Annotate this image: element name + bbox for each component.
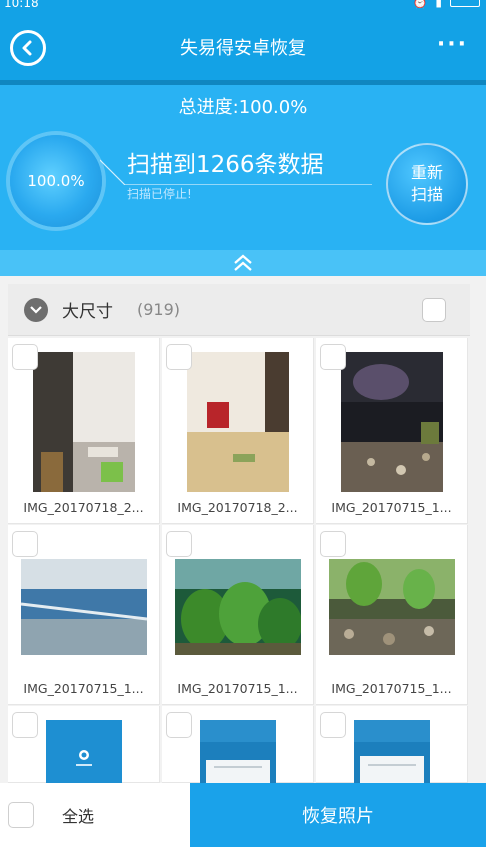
rescan-label-line2: 扫描 [410,185,443,204]
photo-thumbnail [20,559,147,655]
title-bar: 失易得安卓恢复 ··· [0,14,486,80]
photo-checkbox[interactable] [320,531,346,557]
photo-item[interactable] [316,706,468,783]
status-icons: ⏰ ▮ [412,0,480,9]
photo-filename: IMG_20170715_1... [331,500,452,515]
collapse-panel-toggle[interactable] [0,250,486,276]
scan-progress-panel: 总进度:100.0% 100.0% 扫描到1266条数据 扫描已停止! 重新 扫… [0,85,486,250]
photo-item[interactable]: IMG_20170718_2... [162,338,314,524]
group-name: 大尺寸 [62,302,113,322]
group-header[interactable]: 大尺寸 (919) [8,284,470,336]
photo-checkbox[interactable] [12,344,38,370]
photo-thumbnail [199,720,276,783]
photo-checkbox[interactable] [320,712,346,738]
photo-item[interactable]: IMG_20170715_1... [316,338,468,524]
photo-thumbnail [340,352,443,492]
photo-checkbox[interactable] [166,531,192,557]
status-bar: 10:18 ⏰ ▮ [0,0,486,14]
select-all-label: 全选 [62,807,95,826]
progress-ring-percent: 100.0% [27,172,85,190]
photo-item[interactable] [162,706,314,783]
rescan-label-line1: 重新 [410,163,443,182]
photo-checkbox[interactable] [320,344,346,370]
restore-photos-button[interactable]: 恢复照片 [190,783,486,847]
total-progress-label: 总进度:100.0% [178,97,308,118]
photo-thumbnail [45,720,122,783]
photo-thumbnail [328,559,455,655]
bottom-action-bar: 全选 恢复照片 [0,783,486,847]
select-all-toggle[interactable]: 全选 [0,783,190,847]
alarm-icon: ⏰ [412,0,428,9]
page-title: 失易得安卓恢复 [180,38,306,59]
photo-item[interactable]: IMG_20170715_1... [162,525,314,705]
photo-thumbnail [32,352,135,492]
photo-item[interactable]: IMG_20170715_1... [316,525,468,705]
scan-count-text: 扫描到1266条数据 [127,152,324,178]
more-menu-button[interactable]: ··· [437,32,468,57]
photo-filename: IMG_20170715_1... [23,681,144,696]
photo-filename: IMG_20170718_2... [23,500,144,515]
scan-status-text: 扫描已停止! [127,187,192,201]
photo-item[interactable] [8,706,160,783]
select-all-checkbox[interactable] [8,802,34,828]
photo-thumbnail [174,559,301,655]
photo-checkbox[interactable] [12,531,38,557]
photo-filename: IMG_20170718_2... [177,500,298,515]
photo-filename: IMG_20170715_1... [177,681,298,696]
photo-item[interactable]: IMG_20170718_2... [8,338,160,524]
progress-ring: 100.0% [10,135,102,227]
group-count: (919) [137,300,181,319]
photo-checkbox[interactable] [166,712,192,738]
photo-checkbox[interactable] [12,712,38,738]
battery-icon [450,0,480,7]
group-select-checkbox[interactable] [422,298,446,322]
double-chevron-up-icon [234,254,252,271]
photo-thumbnail [353,720,430,783]
signal-icon: ▮ [435,0,442,9]
rescan-button[interactable]: 重新 扫描 [386,143,468,225]
photo-item[interactable]: IMG_20170715_1... [8,525,160,705]
photo-checkbox[interactable] [166,344,192,370]
photo-thumbnail [186,352,289,492]
chevron-down-icon[interactable] [24,297,48,322]
photo-filename: IMG_20170715_1... [331,681,452,696]
status-time: 10:18 [4,0,39,10]
